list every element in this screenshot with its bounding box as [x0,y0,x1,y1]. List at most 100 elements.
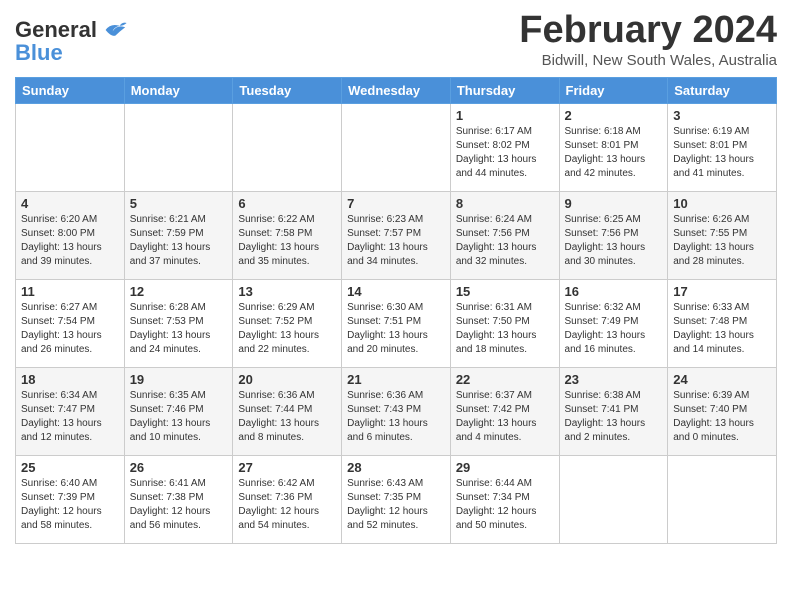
day-number: 14 [347,284,445,299]
logo-bird-icon [100,16,128,44]
day-info: Sunrise: 6:29 AM Sunset: 7:52 PM Dayligh… [238,301,336,357]
day-info: Sunrise: 6:30 AM Sunset: 7:51 PM Dayligh… [347,301,445,357]
day-cell: 29Sunrise: 6:44 AM Sunset: 7:34 PM Dayli… [450,455,559,543]
day-cell: 25 Sunrise: 6:40 AM Sunset: 7:39 PM Dayli… [16,455,125,543]
day-number: 16 [565,284,663,299]
day-number: 4 [21,196,119,211]
day-number: 2 [565,108,663,123]
day-info: Sunrise: 6:38 AM Sunset: 7:41 PM Dayligh… [565,389,663,445]
day-cell [559,455,668,543]
day-info: Sunrise: 6:17 AM Sunset: 8:02 PM Dayligh… [456,125,554,181]
day-cell: 11 Sunrise: 6:27 AM Sunset: 7:54 PM Dayli… [16,279,125,367]
day-cell: 26 Sunrise: 6:41 AM Sunset: 7:38 PM Dayli… [124,455,233,543]
calendar-subtitle: Bidwill, New South Wales, Australia [519,52,777,69]
day-cell: 28 Sunrise: 6:43 AM Sunset: 7:35 PM Dayli… [342,455,451,543]
col-header-friday: Friday [559,77,668,103]
day-info: Sunrise: 6:43 AM Sunset: 7:35 PM Dayligh… [347,477,445,533]
day-cell: 4 Sunrise: 6:20 AM Sunset: 8:00 PM Daylig… [16,191,125,279]
day-number: 28 [347,460,445,475]
col-header-monday: Monday [124,77,233,103]
col-header-wednesday: Wednesday [342,77,451,103]
day-cell: 17 Sunrise: 6:33 AM Sunset: 7:48 PM Dayli… [668,279,777,367]
calendar-title: February 2024 [519,10,777,52]
day-cell: 16Sunrise: 6:32 AM Sunset: 7:49 PM Dayli… [559,279,668,367]
day-cell: 3 Sunrise: 6:19 AM Sunset: 8:01 PM Daylig… [668,103,777,191]
day-info: Sunrise: 6:44 AM Sunset: 7:34 PM Dayligh… [456,477,554,533]
day-info: Sunrise: 6:36 AM Sunset: 7:43 PM Dayligh… [347,389,445,445]
day-number: 15 [456,284,554,299]
day-number: 17 [673,284,771,299]
logo: General Blue [15,16,128,66]
day-cell [668,455,777,543]
week-row-3: 18 Sunrise: 6:34 AM Sunset: 7:47 PM Dayli… [16,367,777,455]
day-number: 23 [565,372,663,387]
day-number: 27 [238,460,336,475]
day-number: 9 [565,196,663,211]
day-cell: 12 Sunrise: 6:28 AM Sunset: 7:53 PM Dayli… [124,279,233,367]
day-info: Sunrise: 6:36 AM Sunset: 7:44 PM Dayligh… [238,389,336,445]
day-cell: 18 Sunrise: 6:34 AM Sunset: 7:47 PM Dayli… [16,367,125,455]
day-info: Sunrise: 6:19 AM Sunset: 8:01 PM Dayligh… [673,125,771,181]
col-header-thursday: Thursday [450,77,559,103]
day-cell: 2Sunrise: 6:18 AM Sunset: 8:01 PM Daylig… [559,103,668,191]
day-info: Sunrise: 6:42 AM Sunset: 7:36 PM Dayligh… [238,477,336,533]
col-header-tuesday: Tuesday [233,77,342,103]
logo-blue: Blue [15,40,63,66]
day-cell [342,103,451,191]
col-header-sunday: Sunday [16,77,125,103]
day-info: Sunrise: 6:23 AM Sunset: 7:57 PM Dayligh… [347,213,445,269]
day-cell: 14 Sunrise: 6:30 AM Sunset: 7:51 PM Dayli… [342,279,451,367]
day-info: Sunrise: 6:25 AM Sunset: 7:56 PM Dayligh… [565,213,663,269]
day-info: Sunrise: 6:28 AM Sunset: 7:53 PM Dayligh… [130,301,228,357]
day-number: 8 [456,196,554,211]
day-number: 10 [673,196,771,211]
day-info: Sunrise: 6:20 AM Sunset: 8:00 PM Dayligh… [21,213,119,269]
day-number: 3 [673,108,771,123]
day-cell: 8 Sunrise: 6:24 AM Sunset: 7:56 PM Daylig… [450,191,559,279]
day-info: Sunrise: 6:40 AM Sunset: 7:39 PM Dayligh… [21,477,119,533]
day-info: Sunrise: 6:41 AM Sunset: 7:38 PM Dayligh… [130,477,228,533]
day-cell: 21 Sunrise: 6:36 AM Sunset: 7:43 PM Dayli… [342,367,451,455]
header: General Blue February 2024 Bidwill, New … [15,10,777,69]
day-info: Sunrise: 6:34 AM Sunset: 7:47 PM Dayligh… [21,389,119,445]
day-info: Sunrise: 6:24 AM Sunset: 7:56 PM Dayligh… [456,213,554,269]
day-number: 11 [21,284,119,299]
calendar-table: SundayMondayTuesdayWednesdayThursdayFrid… [15,77,777,544]
day-cell: 23 Sunrise: 6:38 AM Sunset: 7:41 PM Dayli… [559,367,668,455]
day-info: Sunrise: 6:35 AM Sunset: 7:46 PM Dayligh… [130,389,228,445]
day-info: Sunrise: 6:37 AM Sunset: 7:42 PM Dayligh… [456,389,554,445]
day-number: 7 [347,196,445,211]
day-info: Sunrise: 6:21 AM Sunset: 7:59 PM Dayligh… [130,213,228,269]
day-cell: 15 Sunrise: 6:31 AM Sunset: 7:50 PM Dayli… [450,279,559,367]
day-cell: 13Sunrise: 6:29 AM Sunset: 7:52 PM Dayli… [233,279,342,367]
week-row-0: 1 Sunrise: 6:17 AM Sunset: 8:02 PM Daylig… [16,103,777,191]
day-number: 25 [21,460,119,475]
day-cell: 22 Sunrise: 6:37 AM Sunset: 7:42 PM Dayli… [450,367,559,455]
day-info: Sunrise: 6:39 AM Sunset: 7:40 PM Dayligh… [673,389,771,445]
day-info: Sunrise: 6:33 AM Sunset: 7:48 PM Dayligh… [673,301,771,357]
day-number: 20 [238,372,336,387]
week-row-2: 11 Sunrise: 6:27 AM Sunset: 7:54 PM Dayli… [16,279,777,367]
day-cell [233,103,342,191]
day-info: Sunrise: 6:26 AM Sunset: 7:55 PM Dayligh… [673,213,771,269]
day-number: 26 [130,460,228,475]
day-number: 1 [456,108,554,123]
day-cell [124,103,233,191]
day-number: 12 [130,284,228,299]
day-info: Sunrise: 6:27 AM Sunset: 7:54 PM Dayligh… [21,301,119,357]
day-cell: 10 Sunrise: 6:26 AM Sunset: 7:55 PM Dayli… [668,191,777,279]
day-cell: 6Sunrise: 6:22 AM Sunset: 7:58 PM Daylig… [233,191,342,279]
day-cell: 24Sunrise: 6:39 AM Sunset: 7:40 PM Dayli… [668,367,777,455]
day-number: 21 [347,372,445,387]
day-number: 22 [456,372,554,387]
day-cell: 20 Sunrise: 6:36 AM Sunset: 7:44 PM Dayli… [233,367,342,455]
day-cell: 19Sunrise: 6:35 AM Sunset: 7:46 PM Dayli… [124,367,233,455]
day-cell: 5 Sunrise: 6:21 AM Sunset: 7:59 PM Daylig… [124,191,233,279]
day-cell: 27 Sunrise: 6:42 AM Sunset: 7:36 PM Dayli… [233,455,342,543]
day-info: Sunrise: 6:31 AM Sunset: 7:50 PM Dayligh… [456,301,554,357]
day-number: 5 [130,196,228,211]
day-cell: 9 Sunrise: 6:25 AM Sunset: 7:56 PM Daylig… [559,191,668,279]
day-cell: 1 Sunrise: 6:17 AM Sunset: 8:02 PM Daylig… [450,103,559,191]
week-row-4: 25 Sunrise: 6:40 AM Sunset: 7:39 PM Dayli… [16,455,777,543]
day-number: 18 [21,372,119,387]
